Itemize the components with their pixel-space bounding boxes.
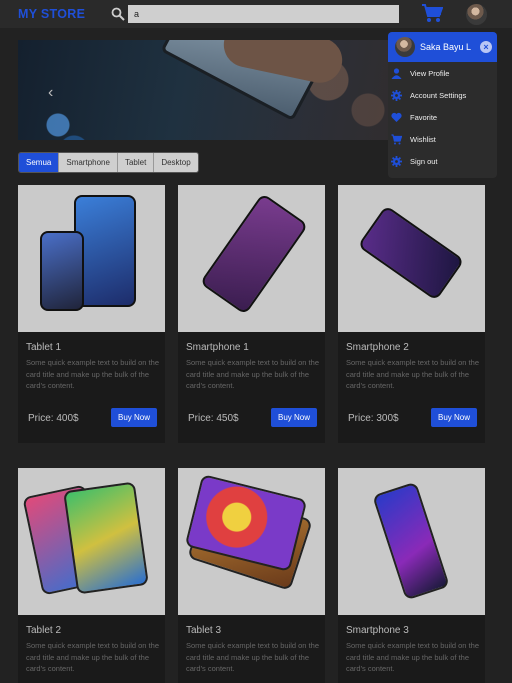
heart-icon xyxy=(391,112,402,122)
product-image xyxy=(338,468,485,615)
menu-item-label: Favorite xyxy=(410,113,438,122)
cart-icon xyxy=(391,134,402,145)
avatar[interactable] xyxy=(466,4,487,25)
close-icon[interactable]: × xyxy=(480,41,492,53)
menu-item-favorite[interactable]: Favorite xyxy=(388,108,497,128)
menu-item-label: Sign out xyxy=(410,157,438,166)
dropdown-header: Saka Bayu L × xyxy=(388,32,497,62)
tab-tablet[interactable]: Tablet xyxy=(117,153,155,172)
product-image xyxy=(338,185,485,332)
card-title: Tablet 3 xyxy=(186,625,222,636)
tab-smartphone[interactable]: Smartphone xyxy=(59,153,118,172)
buy-now-button[interactable]: Buy Now xyxy=(431,408,477,427)
card-text: Some quick example text to build on the … xyxy=(186,358,319,390)
search-icon[interactable] xyxy=(111,7,125,21)
product-card: Smartphone 2 Some quick example text to … xyxy=(338,185,485,443)
buy-now-button[interactable]: Buy Now xyxy=(111,408,157,427)
brand-logo[interactable]: MY STORE xyxy=(18,7,85,21)
card-text: Some quick example text to build on the … xyxy=(26,641,159,673)
card-text: Some quick example text to build on the … xyxy=(346,641,479,673)
tab-desktop[interactable]: Desktop xyxy=(154,153,198,172)
user-name: Saka Bayu L xyxy=(420,42,472,52)
product-card: Tablet 1 Some quick example text to buil… xyxy=(18,185,165,443)
product-card: Smartphone 1 Some quick example text to … xyxy=(178,185,325,443)
search-input[interactable] xyxy=(128,5,399,23)
card-price: Price: 300$ xyxy=(348,413,399,424)
card-title: Smartphone 1 xyxy=(186,342,249,353)
gear-icon xyxy=(391,156,402,167)
user-icon xyxy=(391,68,402,79)
product-image xyxy=(18,468,165,615)
profile-dropdown: Saka Bayu L × View Profile Account Setti… xyxy=(388,32,497,178)
card-title: Smartphone 2 xyxy=(346,342,409,353)
product-image xyxy=(178,185,325,332)
menu-item-sign-out[interactable]: Sign out xyxy=(388,152,497,172)
category-tabs: Semua Smartphone Tablet Desktop xyxy=(18,152,199,173)
card-text: Some quick example text to build on the … xyxy=(26,358,159,390)
product-image xyxy=(178,468,325,615)
card-text: Some quick example text to build on the … xyxy=(346,358,479,390)
menu-item-label: Wishlist xyxy=(410,135,436,144)
card-price: Price: 400$ xyxy=(28,413,79,424)
gear-icon xyxy=(391,90,402,101)
carousel-prev-icon[interactable]: ‹ xyxy=(48,84,53,102)
cart-icon[interactable] xyxy=(421,3,443,23)
card-title: Smartphone 3 xyxy=(346,625,409,636)
card-title: Tablet 1 xyxy=(26,342,62,353)
tab-semua[interactable]: Semua xyxy=(19,153,60,172)
menu-item-account-settings[interactable]: Account Settings xyxy=(388,86,497,106)
card-text: Some quick example text to build on the … xyxy=(186,641,319,673)
card-title: Tablet 2 xyxy=(26,625,62,636)
navbar: MY STORE xyxy=(0,0,512,28)
card-price: Price: 450$ xyxy=(188,413,239,424)
buy-now-button[interactable]: Buy Now xyxy=(271,408,317,427)
product-card: Smartphone 3 Some quick example text to … xyxy=(338,468,485,683)
product-card: Tablet 3 Some quick example text to buil… xyxy=(178,468,325,683)
menu-item-wishlist[interactable]: Wishlist xyxy=(388,130,497,150)
avatar xyxy=(395,37,415,57)
menu-item-view-profile[interactable]: View Profile xyxy=(388,64,497,84)
product-card: Tablet 2 Some quick example text to buil… xyxy=(18,468,165,683)
product-image xyxy=(18,185,165,332)
menu-item-label: Account Settings xyxy=(410,91,467,100)
menu-item-label: View Profile xyxy=(410,69,450,78)
